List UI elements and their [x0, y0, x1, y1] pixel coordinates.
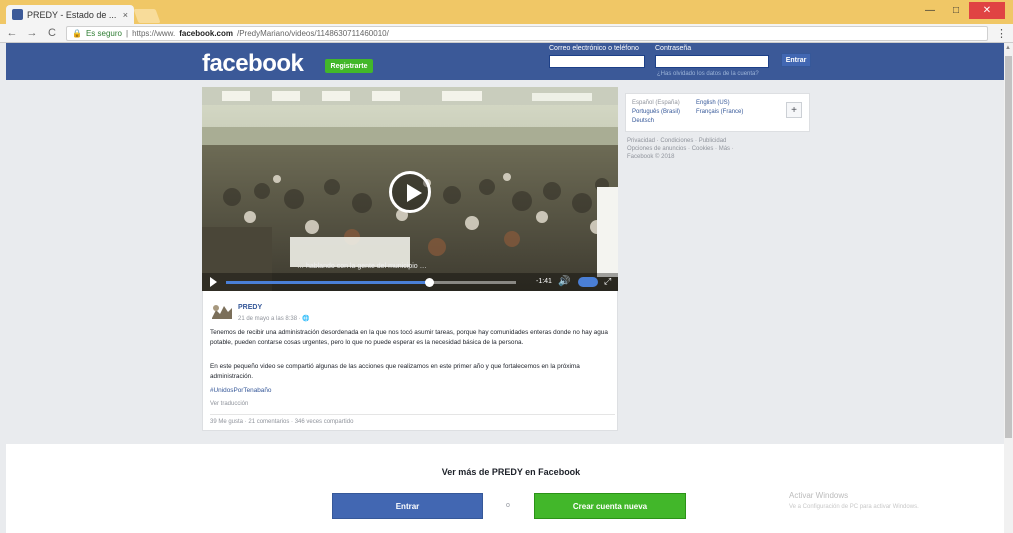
register-button[interactable]: Registrarte — [325, 59, 373, 73]
facebook-favicon-icon — [12, 9, 23, 20]
address-bar[interactable]: 🔒 Es seguro | https://www. facebook.com/P… — [66, 25, 988, 41]
post-date[interactable]: 21 de mayo a las 8:38 · 🌐 — [238, 315, 310, 322]
video-progress-bar[interactable] — [226, 278, 516, 287]
video-time: -1:41 — [536, 278, 552, 285]
tab-title: PREDY - Estado de ... — [27, 9, 117, 20]
play-icon[interactable] — [210, 277, 217, 287]
browser-titlebar: PREDY - Estado de ... × — □ ✕ — [0, 0, 1013, 24]
volume-icon[interactable]: 🔊 — [558, 276, 570, 287]
facebook-logo[interactable]: facebook — [202, 50, 304, 78]
post-hashtag[interactable]: #UnidosPorTenabaño — [210, 387, 271, 394]
lock-icon: 🔒 — [72, 28, 82, 38]
video-caption: … hablando con la gente del municipio … — [297, 263, 427, 270]
video-controls: -1:41 🔊 ⤢ — [202, 273, 618, 291]
email-field[interactable] — [549, 55, 645, 68]
footer-links-1[interactable]: Privacidad · Condiciones · Publicidad — [627, 138, 726, 144]
back-icon[interactable]: ← — [6, 27, 18, 39]
secure-label: Es seguro — [85, 28, 122, 38]
activate-windows-title: Activar Windows — [789, 491, 849, 500]
post-author[interactable]: PREDY — [238, 304, 262, 311]
forgot-account-link[interactable]: ¿Has olvidado los datos de la cuenta? — [657, 71, 759, 77]
scrollbar-thumb[interactable] — [1005, 56, 1012, 438]
browser-toolbar: ← → C 🔒 Es seguro | https://www. facebook… — [0, 24, 1013, 43]
see-more-heading: Ver más de PREDY en Facebook — [441, 467, 581, 477]
translate-link[interactable]: Ver traducción — [210, 401, 248, 407]
play-video-icon[interactable] — [389, 171, 431, 213]
video-progress-fill — [226, 281, 429, 284]
quality-toggle[interactable] — [578, 277, 598, 287]
video-player[interactable]: … hablando con la gente del municipio … … — [202, 87, 618, 291]
minimize-button[interactable]: — — [917, 2, 943, 19]
header-login-button[interactable]: Entrar — [781, 53, 811, 67]
maximize-button[interactable]: □ — [943, 2, 969, 19]
scroll-up-icon[interactable]: ▲ — [1005, 45, 1011, 51]
password-label: Contraseña — [655, 45, 692, 52]
url-separator: | — [126, 28, 129, 38]
fullscreen-icon[interactable]: ⤢ — [604, 276, 611, 287]
post-card: PREDY 21 de mayo a las 8:38 · 🌐 Tenemos … — [202, 291, 618, 431]
email-label: Correo electrónico o teléfono — [549, 45, 639, 52]
facebook-header: facebook Registrarte Correo electrónico … — [6, 43, 1004, 80]
or-separator: o — [506, 502, 510, 509]
page-avatar[interactable] — [210, 302, 234, 321]
url-path: /PredyMariano/videos/1148630711460010/ — [237, 28, 389, 38]
video-progress-knob[interactable] — [425, 278, 434, 287]
url-domain: facebook.com — [179, 28, 233, 38]
new-tab-button[interactable] — [133, 9, 161, 23]
close-window-button[interactable]: ✕ — [969, 2, 1005, 19]
login-prompt: Ver más de PREDY en Facebook Entrar o Cr… — [6, 444, 1004, 533]
more-languages-button[interactable]: + — [786, 102, 802, 118]
create-account-button[interactable]: Crear cuenta nueva — [534, 493, 686, 519]
close-tab-icon[interactable]: × — [123, 10, 128, 20]
forward-icon[interactable]: → — [26, 27, 38, 39]
language-option[interactable]: English (US) — [696, 100, 730, 106]
password-field[interactable] — [655, 55, 769, 68]
footer-links-2[interactable]: Opciones de anuncios · Cookies · Más · — [627, 146, 734, 152]
language-box: Español (España) English (US) Português … — [625, 93, 810, 132]
browser-menu-icon[interactable]: ⋮ — [996, 27, 1007, 40]
login-button[interactable]: Entrar — [332, 493, 483, 519]
copyright: Facebook © 2018 — [627, 154, 675, 160]
activate-windows-note: Ve a Configuración de PC para activar Wi… — [789, 504, 919, 510]
language-option[interactable]: Português (Brasil) — [632, 109, 680, 115]
post-paragraph-1: Tenemos de recibir una administración de… — [210, 329, 608, 346]
post-divider — [210, 414, 615, 415]
language-option[interactable]: Français (France) — [696, 109, 743, 115]
browser-tab[interactable]: PREDY - Estado de ... × — [6, 5, 134, 24]
url-prefix: https://www. — [132, 28, 176, 38]
language-option[interactable]: Deutsch — [632, 118, 654, 124]
language-current: Español (España) — [632, 100, 680, 106]
post-stats[interactable]: 39 Me gusta · 21 comentarios · 346 veces… — [210, 419, 353, 425]
reload-icon[interactable]: C — [46, 27, 58, 39]
window-controls: — □ ✕ — [917, 2, 1005, 19]
post-paragraph-2: En este pequeño video se compartió algun… — [210, 363, 580, 380]
